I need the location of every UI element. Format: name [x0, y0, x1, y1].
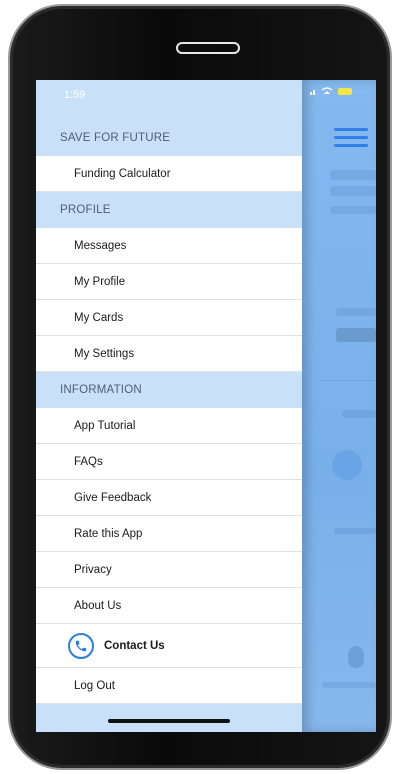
menu-item-app-tutorial[interactable]: App Tutorial: [36, 408, 302, 444]
app-screen: 1:59 SAVE FOR FUTURE Funding Calculator …: [36, 80, 376, 732]
section-information: INFORMATION: [36, 372, 302, 408]
backdrop-overlay[interactable]: [302, 80, 376, 732]
hamburger-menu-icon[interactable]: [334, 128, 368, 152]
side-drawer: 1:59 SAVE FOR FUTURE Funding Calculator …: [36, 80, 302, 732]
status-icons: [310, 86, 370, 98]
menu-item-my-profile[interactable]: My Profile: [36, 264, 302, 300]
menu-item-messages[interactable]: Messages: [36, 228, 302, 264]
bottom-bar: [36, 704, 302, 732]
phone-speaker: [176, 42, 240, 54]
menu-item-contact-us[interactable]: Contact Us: [36, 624, 302, 668]
home-indicator[interactable]: [108, 719, 230, 723]
menu-item-my-settings[interactable]: My Settings: [36, 336, 302, 372]
menu-item-about-us[interactable]: About Us: [36, 588, 302, 624]
menu-item-faqs[interactable]: FAQs: [36, 444, 302, 480]
contact-us-label: Contact Us: [104, 639, 165, 652]
menu-item-log-out[interactable]: Log Out: [36, 668, 302, 704]
menu-item-my-cards[interactable]: My Cards: [36, 300, 302, 336]
section-save-for-future: SAVE FOR FUTURE: [36, 120, 302, 156]
menu-item-funding-calculator[interactable]: Funding Calculator: [36, 156, 302, 192]
menu-item-give-feedback[interactable]: Give Feedback: [36, 480, 302, 516]
menu-item-privacy[interactable]: Privacy: [36, 552, 302, 588]
phone-icon: [68, 632, 94, 659]
menu-item-rate-this-app[interactable]: Rate this App: [36, 516, 302, 552]
section-profile: PROFILE: [36, 192, 302, 228]
status-time: 1:59: [64, 89, 86, 101]
status-bar: 1:59: [36, 80, 302, 120]
